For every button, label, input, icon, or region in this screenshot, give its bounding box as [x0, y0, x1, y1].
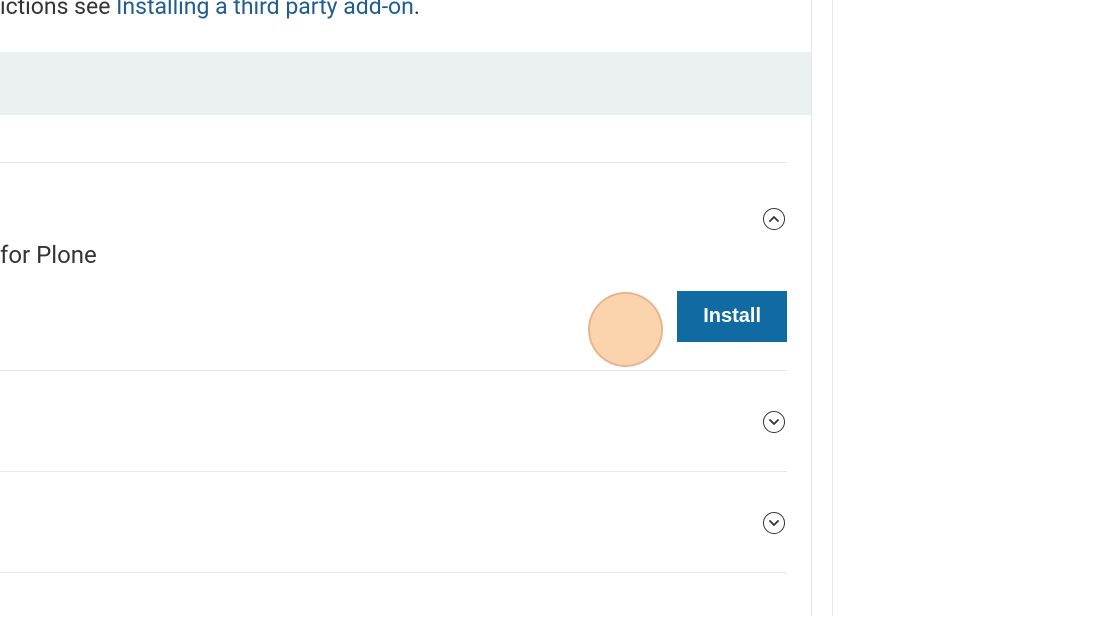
intro-text-fragment: ictions see	[0, 0, 116, 20]
intro-paragraph: ictions see Installing a third party add…	[0, 0, 811, 25]
addon-list: for Plone Install	[0, 115, 811, 573]
addon-item-collapsed[interactable]	[0, 371, 787, 471]
section-header-bar	[0, 52, 811, 115]
addon-item-expanded: for Plone Install	[0, 163, 787, 370]
intro-period: .	[414, 0, 420, 20]
addon-item-collapsed[interactable]	[0, 472, 787, 572]
chevron-up-icon[interactable]	[763, 208, 785, 230]
install-addon-link[interactable]: Installing a third party add-on	[116, 0, 414, 20]
chevron-down-icon[interactable]	[763, 411, 785, 433]
divider	[0, 572, 787, 573]
chevron-down-icon[interactable]	[763, 512, 785, 534]
main-content: ictions see Installing a third party add…	[0, 0, 812, 616]
install-button[interactable]: Install	[677, 291, 787, 342]
addon-description: for Plone	[0, 241, 787, 269]
right-sidebar-border	[832, 0, 833, 616]
